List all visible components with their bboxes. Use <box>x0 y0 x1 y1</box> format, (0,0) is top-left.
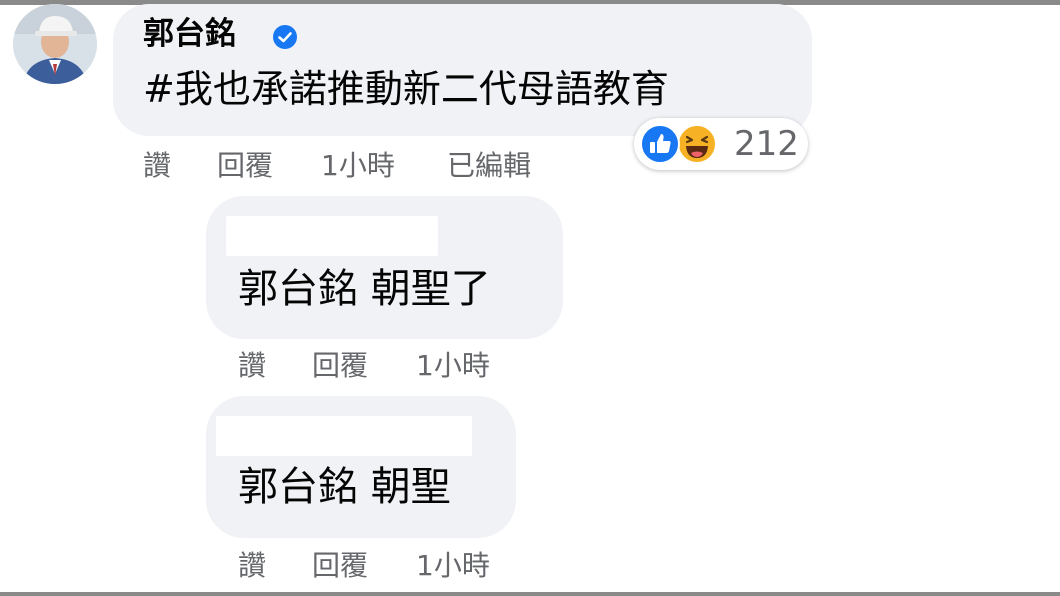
timestamp-link[interactable]: 1小時 <box>321 148 447 184</box>
reaction-count: 212 <box>734 124 799 164</box>
reply-link[interactable]: 回覆 <box>217 148 321 184</box>
like-icon <box>640 124 680 164</box>
timestamp-link[interactable]: 1小時 <box>416 548 490 584</box>
like-link[interactable]: 讚 <box>143 148 217 184</box>
avatar-photo <box>13 4 97 84</box>
reply-actions: 讚 回覆 1小時 <box>238 348 490 384</box>
comment-text: #我也承諾推動新二代母語教育 <box>143 67 669 111</box>
reply-text: 郭台銘 朝聖 <box>238 464 451 510</box>
haha-icon <box>677 124 717 164</box>
reply-actions: 讚 回覆 1小時 <box>238 548 490 584</box>
reaction-summary[interactable]: 212 <box>634 118 808 170</box>
like-link[interactable]: 讚 <box>238 348 312 384</box>
redacted-reply-author <box>216 416 472 456</box>
verified-badge-icon <box>273 25 297 49</box>
like-link[interactable]: 讚 <box>238 548 312 584</box>
reply-link[interactable]: 回覆 <box>312 348 416 384</box>
comment-author-name[interactable]: 郭台銘 <box>143 12 236 56</box>
reply-link[interactable]: 回覆 <box>312 548 416 584</box>
edited-label: 已編輯 <box>447 149 532 182</box>
timestamp-link[interactable]: 1小時 <box>416 348 490 384</box>
bottom-border <box>0 592 1060 596</box>
reply-text: 郭台銘 朝聖了 <box>238 266 491 312</box>
redacted-reply-author <box>226 216 438 256</box>
author-avatar[interactable] <box>13 4 97 84</box>
comment-actions: 讚 回覆 1小時 已編輯 <box>143 148 531 184</box>
